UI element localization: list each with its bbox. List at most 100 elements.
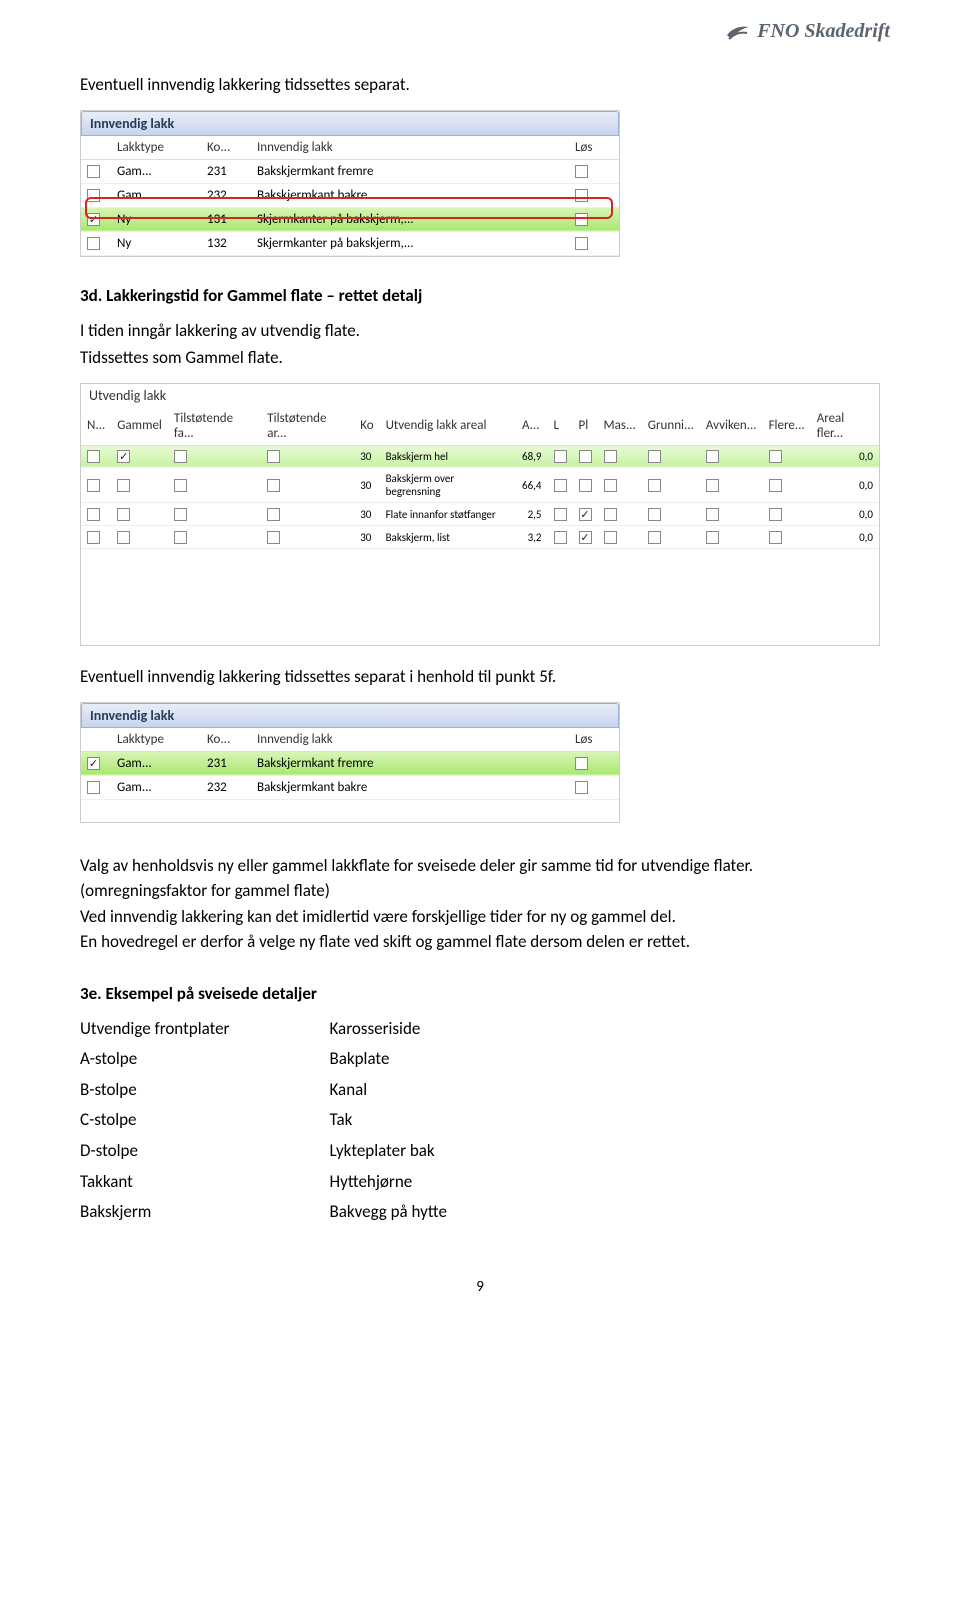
checkbox-icon xyxy=(554,479,567,492)
checkbox-icon xyxy=(648,479,661,492)
table-innvendig-2: Innvendig lakk Lakktype Ko... Innvendig … xyxy=(80,702,620,823)
checkbox-icon xyxy=(87,508,100,521)
panel-title-1: Innvendig lakk xyxy=(81,111,619,136)
checkbox-icon xyxy=(174,508,187,521)
checkbox-icon xyxy=(769,450,782,463)
checkbox-icon xyxy=(575,189,588,202)
checkbox-icon xyxy=(117,479,130,492)
table-row: Ny132Skjermkanter på bakskjerm,... xyxy=(81,231,619,255)
th: Tilstøtende ar... xyxy=(261,407,354,446)
checkbox-icon xyxy=(769,531,782,544)
th-los-3: Løs xyxy=(569,728,619,752)
checkbox-icon xyxy=(267,479,280,492)
page-number: 9 xyxy=(80,1278,880,1296)
checkbox-icon xyxy=(267,508,280,521)
list-item: D-stolpe xyxy=(80,1136,230,1167)
checkbox-icon xyxy=(87,237,100,250)
checkbox-icon xyxy=(554,508,567,521)
th-chk xyxy=(81,136,111,160)
para-3d-2: Tidssettes som Gammel flate. xyxy=(80,345,880,371)
checkbox-icon xyxy=(267,450,280,463)
table-row: Gam...232Bakskjermkant bakre xyxy=(81,775,619,799)
table-innvendig-1: Innvendig lakk Lakktype Ko... Innvendig … xyxy=(80,110,620,257)
list-item: Hyttehjørne xyxy=(330,1167,447,1198)
checkbox-icon xyxy=(575,757,588,770)
list-item: Takkant xyxy=(80,1167,230,1198)
red-highlight-2 xyxy=(81,549,133,645)
list-item: Utvendige frontplater xyxy=(80,1014,230,1045)
checkbox-icon xyxy=(579,531,592,544)
checkbox-icon xyxy=(579,479,592,492)
list-item: A-stolpe xyxy=(80,1044,230,1075)
table-row: Gam...231Bakskjermkant fremre xyxy=(81,751,619,775)
table-row: 30Flate innanfor støtfanger2,50,0 xyxy=(81,503,879,526)
checkbox-icon xyxy=(87,189,100,202)
checkbox-icon xyxy=(575,781,588,794)
checkbox-icon xyxy=(575,165,588,178)
th-ko: Ko... xyxy=(201,136,251,160)
th: Gammel xyxy=(111,407,168,446)
th: Flere... xyxy=(763,407,811,446)
section-3e-title: 3e. Eksempel på sveisede detaljer xyxy=(80,983,880,1004)
checkbox-icon xyxy=(117,508,130,521)
table-row: Ny131Skjermkanter på bakskjerm,... xyxy=(81,207,619,231)
th: L xyxy=(548,407,573,446)
checkbox-icon xyxy=(706,531,719,544)
list-item: Bakskjerm xyxy=(80,1197,230,1228)
checkbox-icon xyxy=(769,479,782,492)
th-type: Lakktype xyxy=(111,136,201,160)
logo-icon xyxy=(725,21,751,43)
table-row: Gam...232Bakskjermkant bakre xyxy=(81,183,619,207)
th: Mas... xyxy=(598,407,642,446)
checkbox-icon xyxy=(87,531,100,544)
th-ko-3: Ko... xyxy=(201,728,251,752)
two-column-list: Utvendige frontplaterA-stolpeB-stolpeC-s… xyxy=(80,1014,880,1228)
table-utvendig: Utvendig lakk N...GammelTilstøtende fa..… xyxy=(80,383,880,647)
checkbox-icon xyxy=(174,479,187,492)
th: Pl xyxy=(573,407,598,446)
checkbox-icon xyxy=(87,781,100,794)
section-3d-title: 3d. Lakkeringstid for Gammel flate – ret… xyxy=(80,285,880,306)
th-los: Løs xyxy=(569,136,619,160)
mid-para: Eventuell innvendig lakkering tidssettes… xyxy=(80,664,880,690)
th-desc-3: Innvendig lakk xyxy=(251,728,569,752)
checkbox-icon xyxy=(706,508,719,521)
logo: FNO Skadedrift xyxy=(725,20,890,43)
checkbox-icon xyxy=(554,450,567,463)
checkbox-icon xyxy=(769,508,782,521)
th: Tilstøtende fa... xyxy=(168,407,261,446)
checkbox-icon xyxy=(604,479,617,492)
panel-title-3: Innvendig lakk xyxy=(81,703,619,728)
checkbox-icon xyxy=(87,165,100,178)
checkbox-icon xyxy=(604,450,617,463)
th: Ko xyxy=(354,407,379,446)
checkbox-icon xyxy=(648,450,661,463)
para-ved: Ved innvendig lakkering kan det imidlert… xyxy=(80,904,880,930)
th-type-3: Lakktype xyxy=(111,728,201,752)
checkbox-icon xyxy=(87,213,100,226)
checkbox-icon xyxy=(648,508,661,521)
red-highlight-3 xyxy=(81,800,609,822)
para-3d-1: I tiden inngår lakkering av utvendig fla… xyxy=(80,318,880,344)
checkbox-icon xyxy=(267,531,280,544)
para-en: En hovedregel er derfor å velge ny flate… xyxy=(80,929,880,955)
list-item: Lykteplater bak xyxy=(330,1136,447,1167)
table-row: Gam...231Bakskjermkant fremre xyxy=(81,159,619,183)
th-chk-3 xyxy=(81,728,111,752)
th: Utvendig lakk areal xyxy=(380,407,516,446)
list-item: Kanal xyxy=(330,1075,447,1106)
checkbox-icon xyxy=(174,531,187,544)
checkbox-icon xyxy=(604,531,617,544)
checkbox-icon xyxy=(706,479,719,492)
checkbox-icon xyxy=(554,531,567,544)
th-desc: Innvendig lakk xyxy=(251,136,569,160)
checkbox-icon xyxy=(648,531,661,544)
list-item: Bakvegg på hytte xyxy=(330,1197,447,1228)
table-row: 30Bakskjerm, list3,20,0 xyxy=(81,526,879,549)
para-valg: Valg av henholdsvis ny eller gammel lakk… xyxy=(80,853,880,904)
list-item: Karosseriside xyxy=(330,1014,447,1045)
checkbox-icon xyxy=(579,450,592,463)
list-item: Tak xyxy=(330,1105,447,1136)
table-row: 30Bakskjerm over begrensning66,40,0 xyxy=(81,468,879,503)
list-item: B-stolpe xyxy=(80,1075,230,1106)
